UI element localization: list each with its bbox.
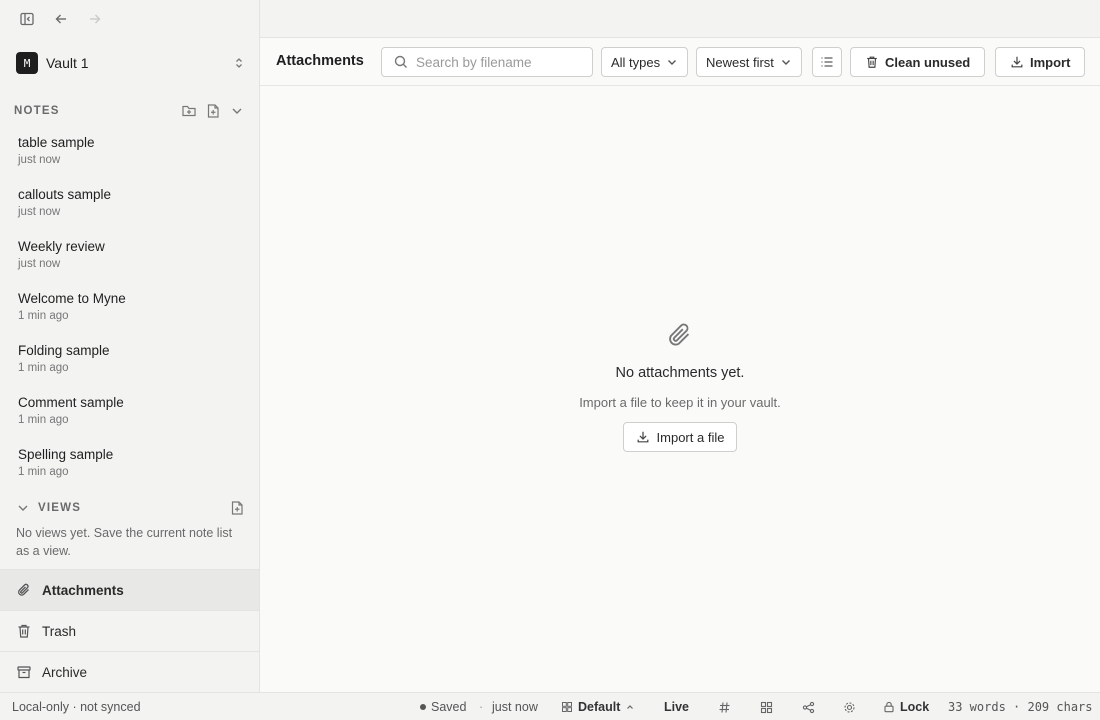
views-section-label: VIEWS: [38, 502, 82, 514]
sync-status: Local-only · not synced: [12, 700, 141, 714]
sidebar: M Vault 1 NOTES table sample just now ca…: [0, 0, 260, 692]
back-arrow-icon[interactable]: [48, 8, 74, 30]
vault-switcher[interactable]: M Vault 1: [16, 50, 246, 76]
sidebar-item-label: Archive: [42, 664, 88, 680]
note-title: Spelling sample: [18, 447, 114, 462]
import-file-button[interactable]: Import a file: [622, 422, 738, 452]
list-view-button[interactable]: [812, 47, 842, 77]
empty-state-title: No attachments yet.: [615, 365, 745, 381]
note-title: table sample: [18, 135, 95, 150]
saved-label: Saved: [431, 700, 467, 714]
page-title: Attachments: [276, 53, 364, 69]
views-section-header: VIEWS: [14, 498, 246, 518]
layout-label: Default: [578, 700, 621, 714]
list-view-icon: [819, 54, 835, 70]
sidebar-item-trash[interactable]: Trash: [0, 610, 259, 651]
note-title: Welcome to Myne: [18, 291, 126, 306]
main-title-bar: [260, 0, 1100, 38]
lock-button[interactable]: Lock: [883, 700, 929, 714]
chevron-down-icon[interactable]: [228, 102, 246, 120]
search-icon: [394, 55, 408, 69]
notes-list: table sample just now callouts sample ju…: [0, 130, 259, 494]
live-toggle[interactable]: Live: [664, 700, 689, 714]
new-note-icon[interactable]: [204, 102, 222, 120]
sidebar-top-nav: [14, 8, 108, 30]
hashtag-icon[interactable]: [716, 699, 732, 715]
trash-icon: [865, 55, 879, 69]
toggle-sidebar-icon[interactable]: [14, 8, 40, 30]
note-time: just now: [18, 258, 61, 270]
download-icon: [1010, 55, 1024, 69]
status-bar: Local-only · not synced Saved · just now…: [0, 692, 1100, 720]
word-char-count: 33 words · 209 chars: [948, 700, 1093, 714]
chevron-up-icon: [625, 702, 635, 712]
search-input[interactable]: [416, 54, 586, 70]
sort-label: Newest first: [706, 54, 774, 70]
sidebar-item-label: Trash: [42, 623, 77, 639]
note-title: Folding sample: [18, 343, 110, 358]
sidebar-item-archive[interactable]: Archive: [0, 651, 259, 692]
layout-grid-icon: [561, 701, 573, 713]
lock-label: Lock: [900, 700, 930, 714]
download-icon: [636, 430, 650, 444]
import-label: Import: [1030, 54, 1071, 70]
note-time: 1 min ago: [18, 362, 69, 374]
list-item[interactable]: Welcome to Myne 1 min ago: [0, 286, 259, 338]
sort-dropdown[interactable]: Newest first: [696, 47, 802, 77]
search-box[interactable]: [381, 47, 593, 77]
chevron-down-icon: [666, 56, 678, 68]
note-title: Comment sample: [18, 395, 124, 410]
layout-selector[interactable]: Default: [561, 700, 635, 714]
archive-icon: [16, 664, 32, 680]
list-item[interactable]: callouts sample just now: [0, 182, 259, 234]
note-time: 1 min ago: [18, 466, 69, 478]
trash-icon: [16, 623, 32, 639]
empty-state: No attachments yet. Import a file to kee…: [260, 320, 1100, 452]
status-separator: ·: [479, 700, 484, 714]
type-filter-label: All types: [611, 54, 661, 70]
empty-state-subtitle: Import a file to keep it in your vault.: [579, 395, 781, 410]
list-item[interactable]: Spelling sample 1 min ago: [0, 442, 259, 494]
views-empty-text: No views yet. Save the current note list…: [16, 526, 233, 558]
note-title: callouts sample: [18, 187, 112, 202]
settings-gear-icon[interactable]: [841, 699, 857, 715]
notes-section-label: NOTES: [14, 105, 60, 117]
vault-avatar: M: [16, 52, 38, 74]
paperclip-icon: [16, 582, 32, 598]
list-item[interactable]: table sample just now: [0, 130, 259, 182]
note-title: Weekly review: [18, 239, 105, 254]
lock-icon: [883, 701, 895, 713]
sidebar-item-attachments[interactable]: Attachments: [0, 569, 259, 610]
notes-section-header: NOTES: [14, 101, 246, 121]
list-item[interactable]: Weekly review just now: [0, 234, 259, 286]
list-item[interactable]: Folding sample 1 min ago: [0, 338, 259, 390]
note-time: 1 min ago: [18, 414, 69, 426]
graph-share-icon[interactable]: [800, 699, 816, 715]
chevron-down-icon: [780, 56, 792, 68]
import-file-label: Import a file: [656, 429, 725, 445]
note-time: just now: [18, 154, 61, 166]
attachments-toolbar: Attachments All types Newest first: [260, 38, 1100, 86]
vault-name: Vault 1: [46, 55, 89, 71]
list-item[interactable]: Comment sample 1 min ago: [0, 390, 259, 442]
grid-icon[interactable]: [758, 699, 774, 715]
type-filter-dropdown[interactable]: All types: [601, 47, 689, 77]
note-time: 1 min ago: [18, 310, 69, 322]
note-time: just now: [18, 206, 61, 218]
new-folder-icon[interactable]: [180, 102, 198, 120]
paperclip-icon: [665, 320, 695, 353]
import-button[interactable]: Import: [995, 47, 1086, 77]
forward-arrow-icon[interactable]: [82, 8, 108, 30]
saved-time: just now: [492, 700, 538, 714]
chevron-up-down-icon: [232, 56, 246, 70]
clean-unused-label: Clean unused: [885, 54, 971, 70]
new-view-icon[interactable]: [228, 499, 246, 517]
chevron-down-icon[interactable]: [14, 499, 32, 517]
status-dot: [420, 704, 426, 710]
clean-unused-button[interactable]: Clean unused: [850, 47, 986, 77]
sidebar-item-label: Attachments: [42, 582, 124, 598]
save-status: Saved: [420, 700, 466, 714]
app-window: M Vault 1 NOTES table sample just now ca…: [0, 0, 1100, 720]
